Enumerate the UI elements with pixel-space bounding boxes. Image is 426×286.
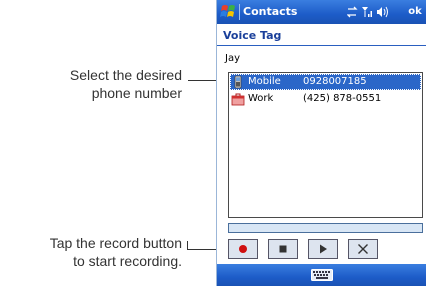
status-icons[interactable] bbox=[347, 5, 393, 19]
contact-name: Jay bbox=[225, 53, 240, 64]
play-icon bbox=[320, 244, 327, 254]
menu-bar bbox=[217, 264, 426, 286]
delete-button[interactable] bbox=[348, 239, 378, 259]
signal-icon bbox=[362, 7, 372, 17]
stop-icon bbox=[279, 245, 287, 253]
phone-type-label: Work bbox=[248, 93, 274, 104]
ok-button[interactable]: ok bbox=[405, 4, 425, 20]
work-briefcase-icon bbox=[231, 93, 245, 106]
pda-screen: Contacts ok Voice Tag Jay Mobile 0928007… bbox=[216, 0, 426, 286]
mobile-phone-icon bbox=[234, 75, 242, 89]
stop-button[interactable] bbox=[268, 239, 298, 259]
app-title: Contacts bbox=[243, 5, 298, 18]
callout-select-phone: Select the desired phone number bbox=[70, 66, 182, 102]
callout-line: phone number bbox=[91, 85, 182, 101]
record-icon bbox=[239, 245, 247, 253]
windows-flag-icon[interactable] bbox=[220, 2, 238, 22]
page-title: Voice Tag bbox=[217, 24, 426, 46]
callout-record: Tap the record button to start recording… bbox=[50, 234, 182, 270]
callout-line: to start recording. bbox=[73, 253, 182, 269]
delete-icon bbox=[358, 244, 368, 254]
callout-line: Tap the record button bbox=[49, 235, 182, 251]
phone-number-list[interactable]: Mobile 0928007185 Work (425) 878-0551 bbox=[228, 72, 423, 218]
list-item[interactable]: Work (425) 878-0551 bbox=[230, 91, 421, 107]
keyboard-icon[interactable] bbox=[311, 269, 333, 281]
phone-number: 0928007185 bbox=[303, 76, 367, 87]
recording-progress-bar bbox=[228, 223, 423, 233]
callout-line: Select the desired bbox=[69, 67, 182, 83]
play-button[interactable] bbox=[308, 239, 338, 259]
connectivity-icon bbox=[347, 6, 358, 18]
title-bar: Contacts ok bbox=[217, 0, 426, 24]
record-button[interactable] bbox=[228, 239, 258, 259]
leader-line-record-v bbox=[187, 241, 188, 250]
phone-type-label: Mobile bbox=[248, 76, 281, 87]
list-item[interactable]: Mobile 0928007185 bbox=[230, 74, 421, 90]
title-separator bbox=[239, 4, 240, 20]
volume-icon bbox=[377, 6, 388, 18]
phone-number: (425) 878-0551 bbox=[303, 93, 382, 104]
